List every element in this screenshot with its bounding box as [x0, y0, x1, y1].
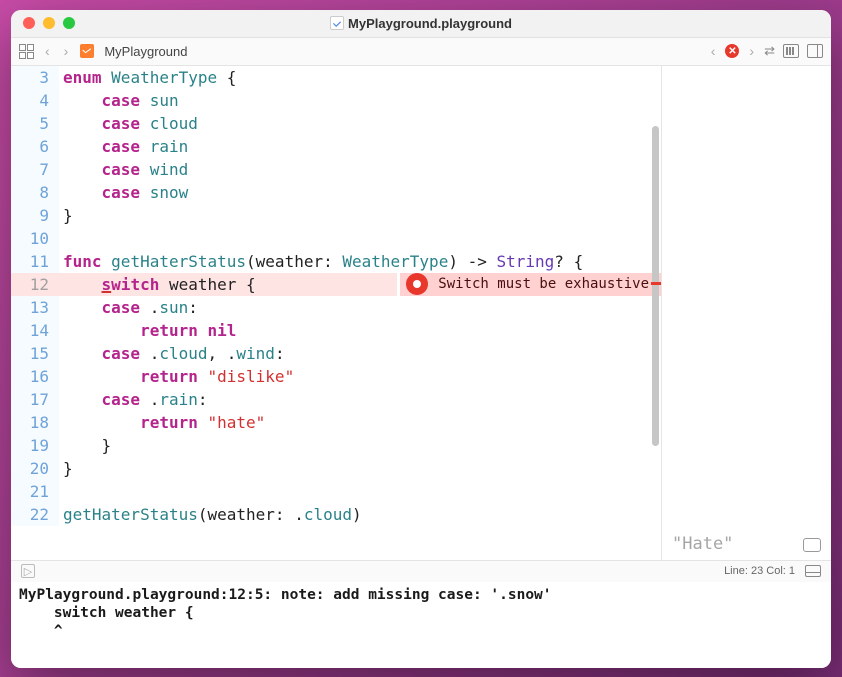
- code-content[interactable]: getHaterStatus(weather: .cloud): [59, 503, 661, 526]
- code-line[interactable]: 22getHaterStatus(weather: .cloud): [11, 503, 661, 526]
- code-line[interactable]: 7 case wind: [11, 158, 661, 181]
- code-line[interactable]: 16 return "dislike": [11, 365, 661, 388]
- line-number[interactable]: 19: [11, 434, 59, 457]
- line-number[interactable]: 6: [11, 135, 59, 158]
- refresh-icon[interactable]: ⇄: [764, 43, 775, 59]
- inline-error-text: Switch must be exhaustive: [438, 273, 649, 296]
- code-content[interactable]: [59, 480, 661, 503]
- vertical-scrollbar[interactable]: [652, 126, 659, 446]
- code-content[interactable]: case sun: [59, 89, 661, 112]
- line-number[interactable]: 9: [11, 204, 59, 227]
- code-line[interactable]: 5 case cloud: [11, 112, 661, 135]
- code-line[interactable]: 6 case rain: [11, 135, 661, 158]
- code-content[interactable]: [59, 227, 661, 250]
- code-content[interactable]: case .cloud, .wind:: [59, 342, 661, 365]
- code-content[interactable]: switch weather {Switch must be exhaustiv…: [59, 273, 661, 296]
- code-line[interactable]: 15 case .cloud, .wind:: [11, 342, 661, 365]
- jump-bar-left: ‹ › MyPlayground: [19, 43, 187, 59]
- code-line[interactable]: 12 switch weather {Switch must be exhaus…: [11, 273, 661, 296]
- line-number[interactable]: 7: [11, 158, 59, 181]
- line-number[interactable]: 21: [11, 480, 59, 503]
- code-line[interactable]: 9}: [11, 204, 661, 227]
- line-number[interactable]: 14: [11, 319, 59, 342]
- line-number[interactable]: 3: [11, 66, 59, 89]
- line-number[interactable]: 13: [11, 296, 59, 319]
- result-preview-text: "Hate": [672, 534, 733, 554]
- adjust-editor-icon[interactable]: [783, 44, 799, 58]
- debug-bar: ▷ Line: 23 Col: 1: [11, 560, 831, 582]
- line-number[interactable]: 16: [11, 365, 59, 388]
- code-content[interactable]: return nil: [59, 319, 661, 342]
- debug-bar-right: Line: 23 Col: 1: [724, 565, 821, 577]
- line-number[interactable]: 4: [11, 89, 59, 112]
- line-number[interactable]: 20: [11, 457, 59, 480]
- line-number[interactable]: 5: [11, 112, 59, 135]
- code-content[interactable]: func getHaterStatus(weather: WeatherType…: [59, 250, 661, 273]
- results-sidebar: "Hate": [661, 66, 831, 560]
- minimap-error-marker[interactable]: [651, 282, 661, 285]
- related-items-icon[interactable]: [19, 44, 33, 58]
- line-number[interactable]: 12: [11, 273, 59, 296]
- minimize-button[interactable]: [43, 17, 55, 29]
- zoom-button[interactable]: [63, 17, 75, 29]
- code-content[interactable]: case snow: [59, 181, 661, 204]
- window-title: MyPlayground.playground: [11, 16, 831, 31]
- code-line[interactable]: 14 return nil: [11, 319, 661, 342]
- line-number[interactable]: 17: [11, 388, 59, 411]
- traffic-lights: [23, 17, 75, 29]
- inline-error-banner[interactable]: Switch must be exhaustive: [397, 273, 661, 296]
- code-line[interactable]: 21: [11, 480, 661, 503]
- line-number[interactable]: 10: [11, 227, 59, 250]
- line-number[interactable]: 18: [11, 411, 59, 434]
- code-line[interactable]: 11func getHaterStatus(weather: WeatherTy…: [11, 250, 661, 273]
- nav-back-button[interactable]: ‹: [43, 43, 52, 59]
- code-content[interactable]: case .rain:: [59, 388, 661, 411]
- editor-area: 3enum WeatherType {4 case sun5 case clou…: [11, 66, 831, 560]
- code-content[interactable]: case wind: [59, 158, 661, 181]
- code-content[interactable]: case .sun:: [59, 296, 661, 319]
- close-button[interactable]: [23, 17, 35, 29]
- xcode-window: MyPlayground.playground ‹ › MyPlayground…: [11, 10, 831, 668]
- playground-doc-icon: [330, 16, 344, 30]
- code-line[interactable]: 13 case .sun:: [11, 296, 661, 319]
- code-content[interactable]: }: [59, 457, 661, 480]
- line-number[interactable]: 8: [11, 181, 59, 204]
- code-content[interactable]: return "dislike": [59, 365, 661, 388]
- code-editor[interactable]: 3enum WeatherType {4 case sun5 case clou…: [11, 66, 661, 560]
- nav-forward-button[interactable]: ›: [62, 43, 71, 59]
- jump-bar-path[interactable]: MyPlayground: [104, 44, 187, 59]
- code-content[interactable]: }: [59, 204, 661, 227]
- error-dot-icon: [406, 273, 428, 295]
- window-title-text: MyPlayground.playground: [348, 16, 512, 31]
- code-line[interactable]: 17 case .rain:: [11, 388, 661, 411]
- code-content[interactable]: enum WeatherType {: [59, 66, 661, 89]
- line-number[interactable]: 22: [11, 503, 59, 526]
- run-button[interactable]: ▷: [21, 564, 35, 578]
- quicklook-icon[interactable]: [803, 538, 821, 552]
- jump-bar-right: ‹ ✕ › ⇄: [709, 43, 823, 59]
- code-line[interactable]: 18 return "hate": [11, 411, 661, 434]
- code-line[interactable]: 8 case snow: [11, 181, 661, 204]
- swift-file-icon: [80, 44, 94, 58]
- toggle-debug-area-icon[interactable]: [805, 565, 821, 577]
- code-content[interactable]: return "hate": [59, 411, 661, 434]
- code-content[interactable]: case rain: [59, 135, 661, 158]
- cursor-position: Line: 23 Col: 1: [724, 565, 795, 577]
- issue-next-button[interactable]: ›: [747, 43, 756, 59]
- titlebar[interactable]: MyPlayground.playground: [11, 10, 831, 38]
- add-editor-icon[interactable]: [807, 44, 823, 58]
- error-badge-icon[interactable]: ✕: [725, 44, 739, 58]
- code-content[interactable]: case cloud: [59, 112, 661, 135]
- code-line[interactable]: 10: [11, 227, 661, 250]
- line-number[interactable]: 15: [11, 342, 59, 365]
- code-line[interactable]: 19 }: [11, 434, 661, 457]
- code-content[interactable]: }: [59, 434, 661, 457]
- jump-bar: ‹ › MyPlayground ‹ ✕ › ⇄: [11, 38, 831, 66]
- line-number[interactable]: 11: [11, 250, 59, 273]
- code-line[interactable]: 4 case sun: [11, 89, 661, 112]
- code-line[interactable]: 20}: [11, 457, 661, 480]
- issue-prev-button[interactable]: ‹: [709, 43, 718, 59]
- console-output[interactable]: MyPlayground.playground:12:5: note: add …: [11, 582, 831, 668]
- code-line[interactable]: 3enum WeatherType {: [11, 66, 661, 89]
